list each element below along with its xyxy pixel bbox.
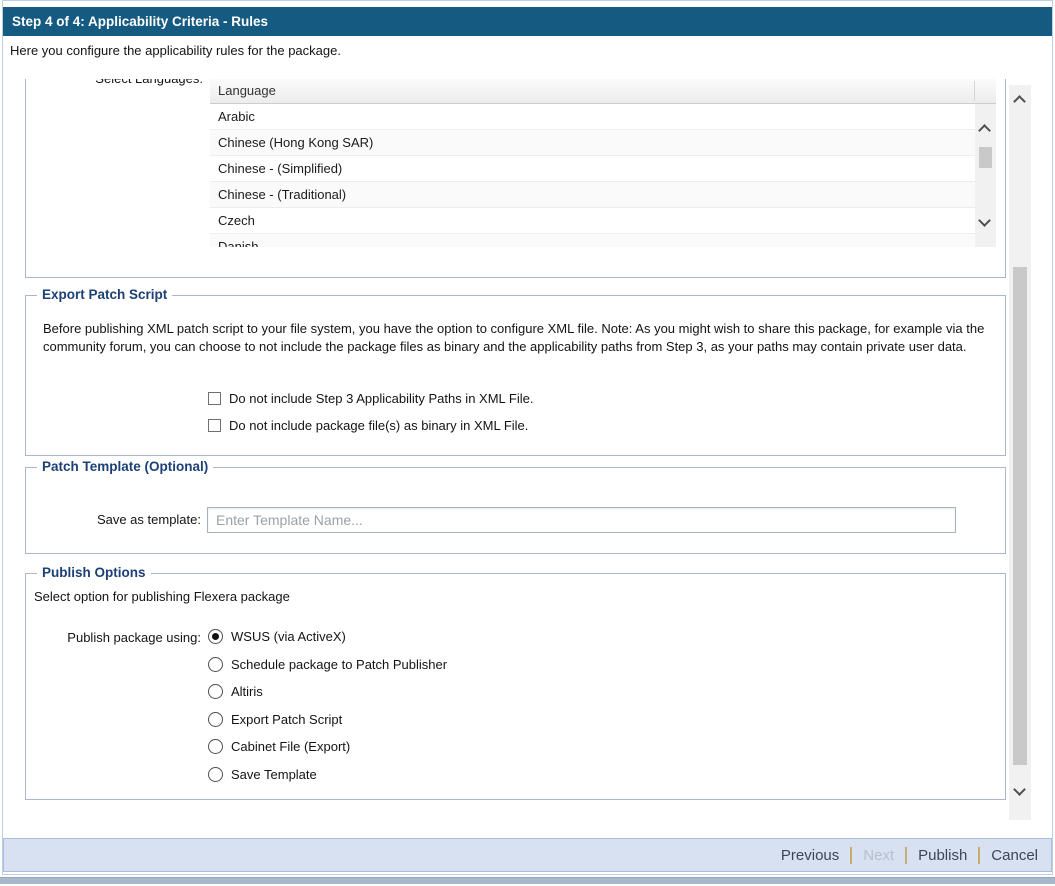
scroll-down-icon[interactable] [1013,783,1026,796]
radio-button[interactable] [208,767,223,782]
radio-label: Altiris [231,684,263,699]
language-row[interactable]: Chinese - (Simplified) [210,156,975,182]
group-title: Patch Template (Optional) [37,459,213,474]
language-row[interactable]: Danish [210,234,975,247]
radio-button[interactable] [208,684,223,699]
radio-button[interactable] [208,712,223,727]
wizard-subtitle: Here you configure the applicability rul… [10,43,341,58]
language-row[interactable]: Arabic [210,104,975,130]
export-description: Before publishing XML patch script to yo… [43,320,990,355]
radio-option-row[interactable]: Schedule package to Patch Publisher [208,657,447,672]
checkbox-row[interactable]: Do not include package file(s) as binary… [208,418,528,433]
radio-label: Save Template [231,767,317,782]
publish-options-description: Select option for publishing Flexera pac… [34,589,290,604]
button-separator [850,847,852,864]
publish-button[interactable]: Publish [918,847,967,864]
language-list-rows: ArabicChinese (Hong Kong SAR)Chinese - (… [210,104,975,247]
language-list-scrollbar[interactable] [975,104,996,247]
checkbox-row[interactable]: Do not include Step 3 Applicability Path… [208,391,533,406]
content-viewport: Select Languages: Language ArabicChinese… [3,79,1008,820]
scroll-up-icon[interactable] [1013,95,1026,108]
cancel-button[interactable]: Cancel [991,847,1038,864]
language-row[interactable]: Chinese - (Traditional) [210,182,975,208]
radio-label: Schedule package to Patch Publisher [231,657,447,672]
scrollbar-thumb[interactable] [979,147,992,168]
radio-button[interactable] [208,629,223,644]
radio-option-row[interactable]: Save Template [208,767,317,782]
main-scrollbar[interactable] [1009,85,1031,820]
previous-button[interactable]: Previous [781,847,839,864]
language-column-header: Language [218,83,276,98]
patch-template-group: Patch Template (Optional) Save as templa… [25,467,1006,554]
scrollbar-thumb[interactable] [1013,267,1027,765]
export-patch-script-group: Export Patch Script Before publishing XM… [25,295,1006,456]
radio-option-row[interactable]: Altiris [208,684,263,699]
group-title: Export Patch Script [37,287,172,302]
select-languages-label: Select Languages: [3,79,203,86]
radio-label: Cabinet File (Export) [231,739,350,754]
publish-package-using-label: Publish package using: [26,630,201,645]
next-button: Next [863,847,894,864]
template-name-input[interactable] [207,507,956,533]
language-row[interactable]: Czech [210,208,975,234]
wizard-title: Step 4 of 4: Applicability Criteria - Ru… [12,14,268,29]
checkbox[interactable] [208,392,221,405]
window-bottom-strip [0,877,1055,884]
wizard-title-bar: Step 4 of 4: Applicability Criteria - Ru… [3,7,1052,36]
group-title: Publish Options [37,565,151,580]
checkbox[interactable] [208,419,221,432]
scroll-down-icon[interactable] [978,214,991,227]
radio-button[interactable] [208,657,223,672]
button-separator [905,847,907,864]
scroll-up-icon[interactable] [978,124,991,137]
language-row[interactable]: Chinese (Hong Kong SAR) [210,130,975,156]
wizard-window: Step 4 of 4: Applicability Criteria - Ru… [0,0,1055,886]
radio-option-row[interactable]: Export Patch Script [208,712,342,727]
checkbox-label: Do not include package file(s) as binary… [229,418,528,433]
radio-option-row[interactable]: WSUS (via ActiveX) [208,629,346,644]
radio-label: WSUS (via ActiveX) [231,629,346,644]
footer-button-bar: Previous Next Publish Cancel [3,838,1052,872]
publish-options-group: Publish Options Select option for publis… [25,573,1006,800]
checkbox-label: Do not include Step 3 Applicability Path… [229,391,533,406]
button-separator [978,847,980,864]
language-list-header[interactable]: Language [210,79,996,104]
radio-option-row[interactable]: Cabinet File (Export) [208,739,350,754]
language-list: Language ArabicChinese (Hong Kong SAR)Ch… [210,79,996,247]
save-as-template-label: Save as template: [26,512,201,527]
column-divider [974,81,975,101]
radio-button[interactable] [208,739,223,754]
radio-label: Export Patch Script [231,712,342,727]
